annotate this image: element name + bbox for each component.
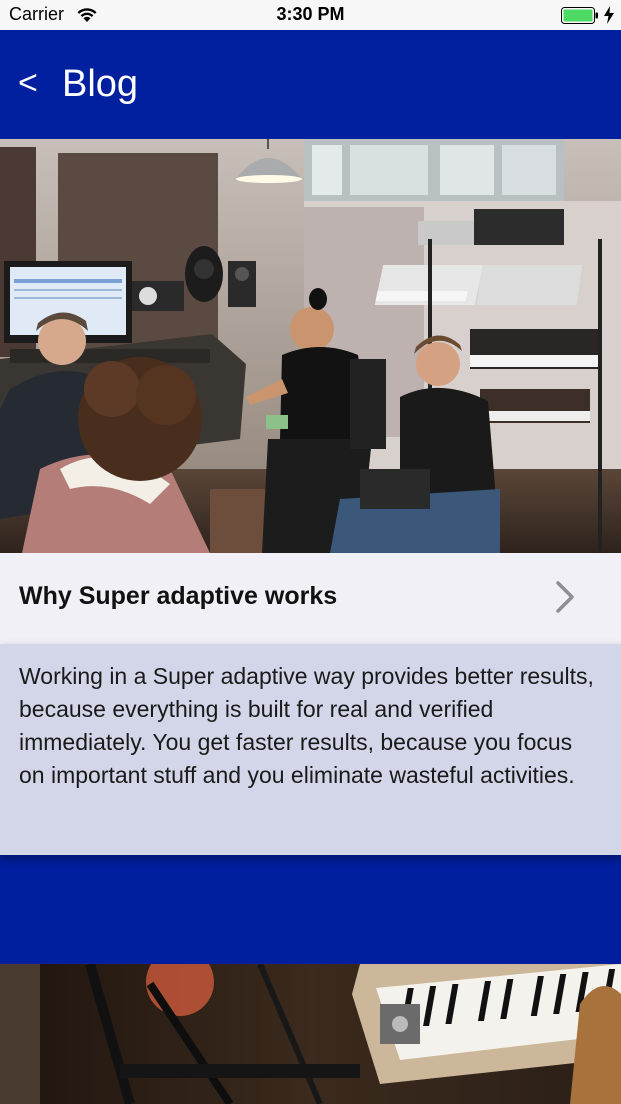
navigation-bar: < Blog: [0, 30, 621, 139]
post-excerpt-card: Working in a Super adaptive way provides…: [0, 644, 621, 855]
back-button[interactable]: <: [18, 66, 38, 100]
status-bar: Carrier 3:30 PM: [0, 0, 621, 30]
post-title-row[interactable]: Why Super adaptive works: [0, 553, 621, 644]
chevron-right-icon: [556, 581, 574, 613]
status-time: 3:30 PM: [276, 4, 345, 24]
charging-icon: [604, 6, 614, 24]
post-title: Why Super adaptive works: [19, 582, 338, 610]
post-image-studio[interactable]: [0, 139, 621, 553]
battery-icon: [561, 7, 598, 24]
page-title: Blog: [62, 63, 139, 105]
post-excerpt: Working in a Super adaptive way provides…: [19, 663, 594, 788]
post-image-keyboard[interactable]: [0, 964, 621, 1104]
